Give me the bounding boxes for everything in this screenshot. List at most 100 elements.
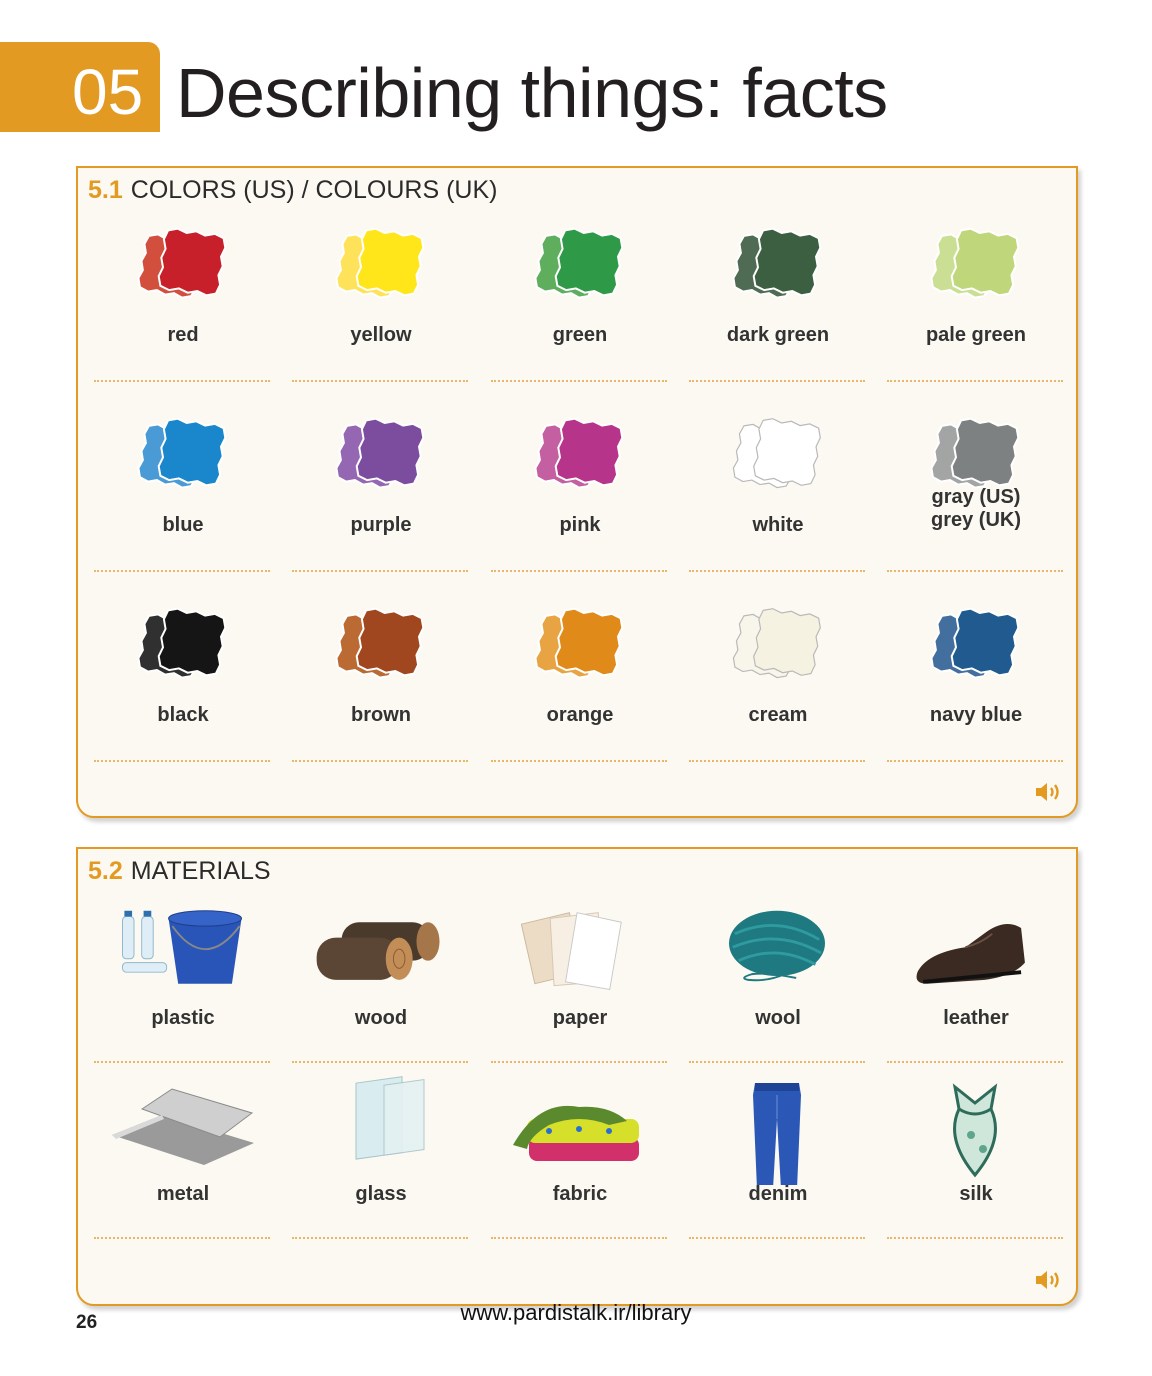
plastic-icon: [121, 910, 242, 984]
color-swatch: [335, 228, 425, 299]
material-item: glass: [292, 1183, 470, 1206]
material-item: plastic: [94, 1007, 272, 1030]
color-swatch: [534, 608, 624, 679]
write-in-line[interactable]: [94, 760, 270, 762]
write-in-line[interactable]: [94, 380, 270, 382]
color-item: purple: [292, 514, 470, 537]
write-in-line[interactable]: [94, 1237, 270, 1239]
material-label: metal: [156, 1183, 210, 1205]
material-label: wool: [755, 1007, 801, 1029]
write-in-line[interactable]: [292, 380, 468, 382]
write-in-line[interactable]: [94, 570, 270, 572]
color-swatch: [930, 608, 1020, 679]
fabric-icon: [513, 1105, 639, 1161]
color-swatch: [930, 228, 1020, 299]
silk-icon: [952, 1083, 998, 1178]
material-item: leather: [887, 1007, 1065, 1030]
leather-shoe-icon: [916, 924, 1025, 984]
material-label: silk: [959, 1183, 993, 1205]
color-swatch: [534, 418, 624, 489]
write-in-line[interactable]: [94, 1061, 270, 1063]
write-in-line[interactable]: [887, 380, 1063, 382]
color-swatch: [335, 418, 425, 489]
color-item: navy blue: [887, 704, 1065, 727]
write-in-line[interactable]: [887, 1237, 1063, 1239]
write-in-line[interactable]: [491, 1061, 667, 1063]
color-label: blue: [162, 514, 204, 536]
material-item: fabric: [491, 1183, 669, 1206]
color-item: black: [94, 704, 272, 727]
material-item: paper: [491, 1007, 669, 1030]
color-label: purple: [350, 514, 412, 536]
materials-panel: 5.2 MATERIALS plastic wood paper wool leather…: [76, 847, 1078, 1306]
color-swatch: [930, 418, 1020, 489]
color-item: blue: [94, 514, 272, 537]
color-swatch: [534, 228, 624, 299]
color-label: pale green: [925, 324, 1027, 346]
write-in-line[interactable]: [887, 760, 1063, 762]
color-item: white: [689, 514, 867, 537]
color-item: cream: [689, 704, 867, 727]
material-label: fabric: [552, 1183, 608, 1205]
footer-url: www.pardistalk.ir/library: [460, 1300, 692, 1325]
color-item: pink: [491, 514, 669, 537]
write-in-line[interactable]: [689, 380, 865, 382]
section-number: 5.1: [88, 176, 123, 204]
material-item: wool: [689, 1007, 867, 1030]
color-label: white: [752, 514, 804, 536]
write-in-line[interactable]: [491, 1237, 667, 1239]
wood-icon: [316, 922, 440, 980]
write-in-line[interactable]: [491, 570, 667, 572]
color-swatch: [732, 418, 821, 489]
write-in-line[interactable]: [292, 760, 468, 762]
write-in-line[interactable]: [689, 570, 865, 572]
material-item: silk: [887, 1183, 1065, 1206]
speaker-icon[interactable]: [1034, 1268, 1064, 1292]
denim-icon: [753, 1083, 801, 1185]
color-item: red: [94, 324, 272, 347]
material-label: paper: [552, 1007, 608, 1029]
color-item: pale green: [887, 324, 1065, 347]
section-title: MATERIALS: [130, 857, 271, 885]
colors-heading: 5.1 COLORS (US) / COLOURS (UK): [88, 176, 497, 205]
page-title: Describing things: facts: [176, 54, 888, 132]
colors-panel: 5.1 COLORS (US) / COLOURS (UK) red yellow g…: [76, 166, 1078, 818]
material-label: wood: [354, 1007, 408, 1029]
material-item: metal: [94, 1183, 272, 1206]
color-swatch: [335, 608, 425, 679]
color-label: yellow: [350, 324, 412, 346]
color-label: black: [157, 704, 209, 726]
write-in-line[interactable]: [292, 1061, 468, 1063]
color-label: dark green: [726, 324, 830, 346]
write-in-line[interactable]: [491, 380, 667, 382]
color-item: gray (US) grey (UK): [887, 486, 1065, 532]
color-swatch: [137, 418, 227, 489]
materials-heading: 5.2 MATERIALS: [88, 857, 271, 886]
write-in-line[interactable]: [887, 570, 1063, 572]
color-swatch: [732, 608, 821, 679]
color-swatch: [137, 228, 227, 299]
write-in-line[interactable]: [689, 760, 865, 762]
material-label: glass: [355, 1183, 407, 1205]
material-item: denim: [689, 1183, 867, 1206]
color-item: dark green: [689, 324, 867, 347]
color-label: red: [167, 324, 199, 346]
color-label: orange: [546, 704, 614, 726]
write-in-line[interactable]: [292, 570, 468, 572]
wool-icon: [729, 910, 825, 982]
glass-icon: [355, 1076, 425, 1160]
write-in-line[interactable]: [689, 1237, 865, 1239]
write-in-line[interactable]: [689, 1061, 865, 1063]
write-in-line[interactable]: [887, 1061, 1063, 1063]
write-in-line[interactable]: [491, 760, 667, 762]
material-label: plastic: [151, 1007, 215, 1029]
color-label: pink: [559, 514, 601, 536]
color-label: cream: [748, 704, 808, 726]
speaker-icon[interactable]: [1034, 780, 1064, 804]
section-title: COLORS (US) / COLOURS (UK): [130, 176, 498, 204]
chapter-number: 05: [72, 56, 144, 128]
section-number: 5.2: [88, 857, 123, 885]
color-item: brown: [292, 704, 470, 727]
color-label: gray (US) grey (UK): [930, 486, 1021, 531]
write-in-line[interactable]: [292, 1237, 468, 1239]
